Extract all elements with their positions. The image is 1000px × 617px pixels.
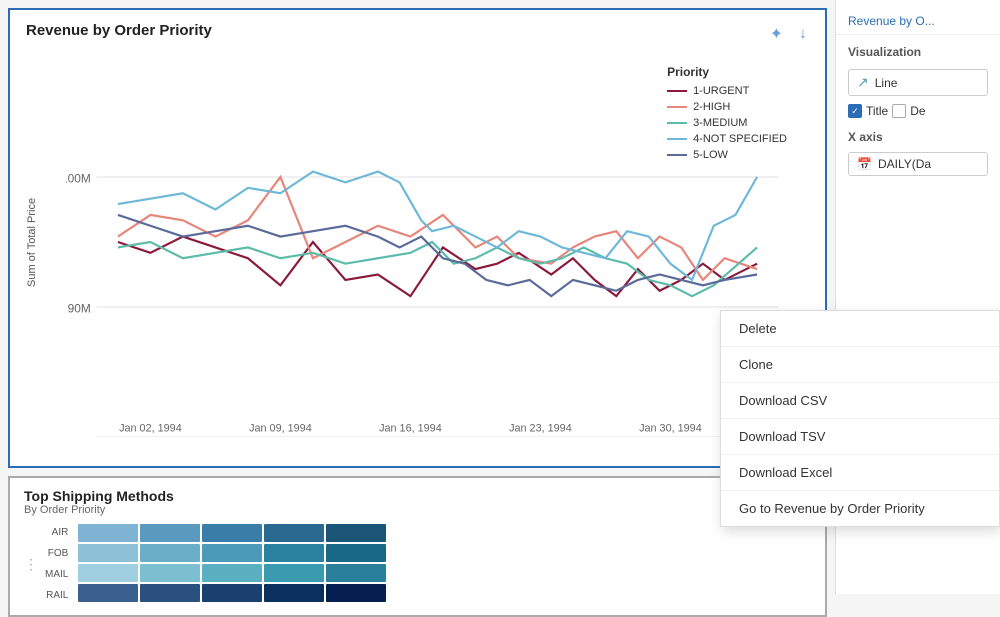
- line-chart-icon: ↗: [857, 74, 869, 91]
- calendar-icon: 📅: [857, 157, 872, 171]
- context-menu-clone[interactable]: Clone: [721, 347, 999, 383]
- heatmap-grid: [78, 524, 386, 605]
- context-menu-delete[interactable]: Delete: [721, 311, 999, 347]
- legend-line-high: [667, 106, 687, 108]
- description-checkbox[interactable]: [892, 104, 906, 118]
- heatmap-cell: [78, 564, 138, 582]
- context-menu: Delete Clone Download CSV Download TSV D…: [720, 310, 1000, 527]
- bottom-panel-title: Top Shipping Methods: [24, 488, 811, 504]
- heatmap-cell: [326, 584, 386, 602]
- legend-label-low: 5-LOW: [693, 149, 728, 161]
- context-menu-download-csv[interactable]: Download CSV: [721, 383, 999, 419]
- context-menu-download-excel[interactable]: Download Excel: [721, 455, 999, 491]
- heatmap-row-2: [78, 564, 386, 582]
- heatmap-cell: [264, 564, 324, 582]
- legend-label-urgent: 1-URGENT: [693, 85, 749, 97]
- legend-line-urgent: [667, 90, 687, 92]
- right-sidebar: Revenue by O... Visualization ↗ Line ✓ T…: [835, 0, 1000, 594]
- heatmap-cell: [140, 564, 200, 582]
- heatmap-row-1: [78, 544, 386, 562]
- sidebar-tab[interactable]: Revenue by O...: [836, 8, 1000, 35]
- legend-item-2: 2-HIGH: [667, 101, 787, 113]
- heatmap-cell: [140, 544, 200, 562]
- heatmap-cell: [326, 544, 386, 562]
- title-checkbox[interactable]: ✓: [848, 104, 862, 118]
- heatmap-cell: [140, 524, 200, 542]
- daily-label: DAILY(Da: [878, 157, 931, 171]
- heatmap-label-rail: RAIL: [45, 587, 68, 605]
- download-button[interactable]: ↓: [795, 22, 811, 46]
- heatmap-row-3: [78, 584, 386, 602]
- legend-line-not-specified: [667, 138, 687, 140]
- heatmap-label-mail: MAIL: [45, 566, 68, 584]
- line-visualization-button[interactable]: ↗ Line: [848, 69, 988, 96]
- bottom-panel-subtitle: By Order Priority: [24, 504, 811, 516]
- heatmap-label-fob: FOB: [45, 545, 68, 563]
- x-axis-section-label: X axis: [836, 122, 1000, 148]
- svg-text:Jan 16, 1994: Jan 16, 1994: [379, 423, 442, 435]
- legend-label-not-specified: 4-NOT SPECIFIED: [693, 133, 787, 145]
- heatmap-cell: [264, 524, 324, 542]
- svg-text:Jan 09, 1994: Jan 09, 1994: [249, 423, 312, 435]
- chart-title: Revenue by Order Priority: [26, 22, 809, 39]
- heatmap-cell: [140, 584, 200, 602]
- legend-line-low: [667, 154, 687, 156]
- expand-button[interactable]: ✦: [766, 22, 787, 46]
- context-menu-download-tsv[interactable]: Download TSV: [721, 419, 999, 455]
- legend-item-1: 1-URGENT: [667, 85, 787, 97]
- heatmap-row-labels: AIR FOB MAIL RAIL: [45, 524, 68, 605]
- heatmap-row-0: [78, 524, 386, 542]
- bottom-panel: Top Shipping Methods By Order Priority ⋮…: [8, 476, 827, 617]
- svg-text:100M: 100M: [66, 171, 91, 185]
- legend-title: Priority: [667, 65, 787, 79]
- title-checkbox-label: Title: [866, 104, 888, 118]
- legend-item-5: 5-LOW: [667, 149, 787, 161]
- legend-label-high: 2-HIGH: [693, 101, 730, 113]
- heatmap-cell: [78, 544, 138, 562]
- y-axis-label: Sum of Total Price: [26, 47, 66, 437]
- chart-area: 100M 90M Jan 02, 1994 Jan 09, 1994 Jan 1…: [66, 47, 809, 437]
- heatmap-cell: [264, 544, 324, 562]
- svg-text:90M: 90M: [68, 301, 91, 315]
- heatmap-cell: [78, 524, 138, 542]
- sidebar-visualization-label: Visualization: [836, 35, 1000, 65]
- heatmap-cell: [202, 584, 262, 602]
- heatmap-cell: [326, 524, 386, 542]
- heatmap-cell: [264, 584, 324, 602]
- heatmap-label-air: AIR: [45, 524, 68, 542]
- daily-selector[interactable]: 📅 DAILY(Da: [848, 152, 988, 176]
- heatmap-cell: [326, 564, 386, 582]
- legend-item-3: 3-MEDIUM: [667, 117, 787, 129]
- description-checkbox-label: De: [910, 104, 925, 118]
- chart-panel: Revenue by Order Priority ✦ ↓ Sum of Tot…: [8, 8, 827, 468]
- heatmap-cell: [202, 564, 262, 582]
- svg-text:Jan 23, 1994: Jan 23, 1994: [509, 423, 572, 435]
- visualization-options: ✓ Title De: [836, 100, 1000, 122]
- context-menu-go-to[interactable]: Go to Revenue by Order Priority: [721, 491, 999, 526]
- heatmap-cell: [202, 544, 262, 562]
- chart-legend: Priority 1-URGENT 2-HIGH 3-MEDIUM: [655, 57, 799, 173]
- line-label: Line: [875, 76, 898, 90]
- heatmap-cell: [78, 584, 138, 602]
- chart-container: Sum of Total Price 100M 90M Jan 02, 1994…: [26, 47, 809, 437]
- svg-text:Jan 30, 1994: Jan 30, 1994: [639, 423, 702, 435]
- heatmap-cell: [202, 524, 262, 542]
- svg-text:Jan 02, 1994: Jan 02, 1994: [119, 423, 182, 435]
- heatmap-dots-icon: ⋮: [24, 556, 37, 573]
- legend-label-medium: 3-MEDIUM: [693, 117, 747, 129]
- chart-actions: ✦ ↓: [766, 22, 811, 46]
- legend-line-medium: [667, 122, 687, 124]
- legend-item-4: 4-NOT SPECIFIED: [667, 133, 787, 145]
- heatmap-container: ⋮ AIR FOB MAIL RAIL: [24, 524, 811, 605]
